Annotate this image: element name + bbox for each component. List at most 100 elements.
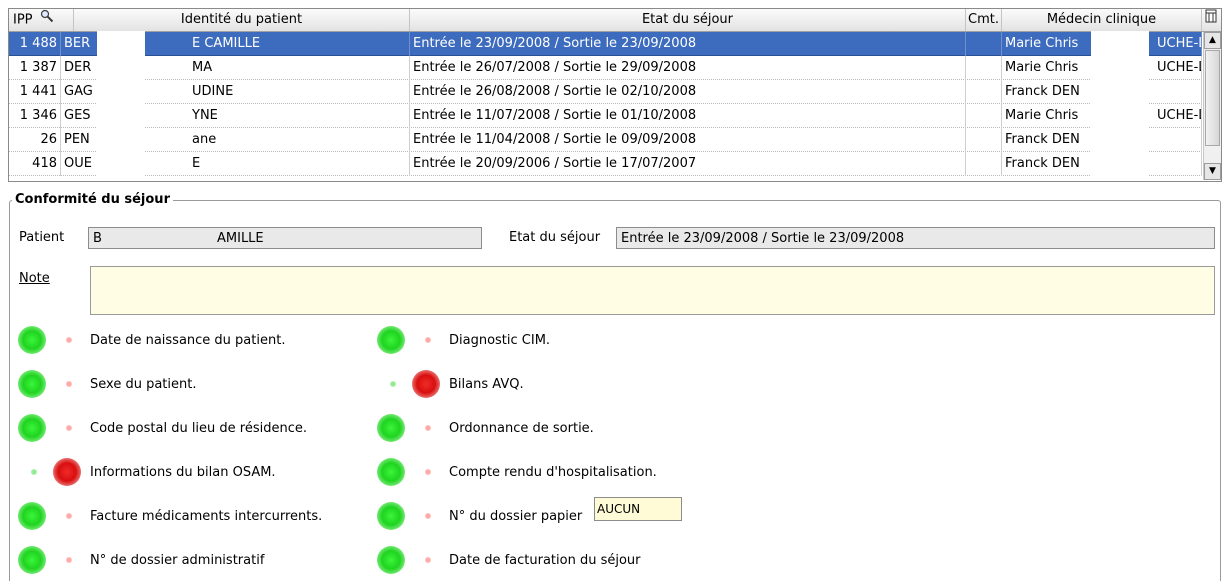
cell-ipp-text: 1 488 — [19, 36, 57, 51]
scroll-thumb[interactable] — [1205, 50, 1220, 146]
check-item: Bilans AVQ. — [377, 368, 677, 402]
col-ipp-label: IPP — [13, 12, 33, 28]
cell-identite-text: PEN — [64, 132, 90, 147]
cell-medecin-text: Marie Chris — [1005, 36, 1079, 51]
status-ko-indicator-icon — [425, 337, 431, 343]
cell-medecin-text: Franck DEN — [1005, 84, 1080, 99]
check-label: Code postal du lieu de résidence. — [90, 421, 308, 436]
check-item: Compte rendu d'hospitalisation. — [377, 456, 677, 490]
status-ok-icon — [377, 546, 405, 574]
grid-header: IPP Identité du patient Etat du séjour C… — [9, 9, 1221, 32]
cell-medecin-text: Marie Chris — [1005, 60, 1079, 75]
conformite-title: Conformité du séjour — [12, 192, 173, 207]
table-row[interactable]: 26 PEN ane Entrée le 11/04/2008 / Sortie le… — [9, 127, 1202, 153]
patient-label: Patient — [19, 230, 65, 245]
cell-cmt — [966, 104, 1002, 128]
etat-sejour-field: Entrée le 23/09/2008 / Sortie le 23/09/2… — [616, 227, 1215, 249]
redaction-block — [1091, 79, 1149, 105]
cell-medecin-end: UCHE-LI — [1157, 36, 1201, 51]
check-label: Facture médicaments intercurrents. — [90, 509, 323, 524]
check-label: Informations du bilan OSAM. — [90, 465, 276, 480]
check-label: Date de facturation du séjour — [449, 553, 641, 568]
etat-sejour-label: Etat du séjour — [509, 230, 601, 245]
table-row[interactable]: 1 441 GAG UDINE Entrée le 26/08/2008 / Sort… — [9, 79, 1202, 105]
table-row[interactable]: 1 346 GES YNE Entrée le 11/07/2008 / Sortie… — [9, 103, 1202, 129]
cell-identite-end: UDINE — [192, 84, 234, 99]
redaction-block — [97, 151, 145, 177]
check-item: Diagnostic CIM. — [377, 324, 677, 358]
col-medecin-header[interactable]: Médecin clinique — [1002, 9, 1202, 31]
cell-identite-end: MA — [192, 60, 213, 75]
status-ko-indicator-icon — [66, 557, 72, 563]
cell-cmt — [966, 128, 1002, 152]
redaction-block — [97, 127, 145, 153]
search-icon[interactable] — [40, 9, 54, 31]
scroll-up-icon[interactable]: ▲ — [1204, 32, 1221, 49]
col-identite-header[interactable]: Identité du patient — [74, 9, 410, 31]
check-item: Code postal du lieu de résidence. — [18, 412, 318, 446]
cell-etat-text: Entrée le 26/07/2008 / Sortie le 29/09/2… — [413, 60, 697, 75]
grid-vertical-scrollbar[interactable]: ▲ ▼ — [1203, 32, 1221, 180]
cell-medecin-text: Marie Chris — [1005, 108, 1079, 123]
sejour-grid[interactable]: IPP Identité du patient Etat du séjour C… — [8, 8, 1222, 182]
table-row[interactable]: 418 OUE E Entrée le 20/09/2006 / Sortie le … — [9, 151, 1202, 177]
check-label: Sexe du patient. — [90, 377, 197, 392]
cell-cmt — [966, 56, 1002, 80]
cell-etat: Entrée le 26/07/2008 / Sortie le 29/09/2… — [410, 56, 966, 80]
cell-etat: Entrée le 20/09/2006 / Sortie le 17/07/2… — [410, 152, 966, 176]
patient-value-end: AMILLE — [217, 231, 264, 246]
redaction-block — [1091, 55, 1149, 81]
check-item: Date de facturation du séjour — [377, 544, 677, 578]
cell-ipp: 1 488 — [9, 32, 61, 56]
cell-etat-text: Entrée le 23/09/2008 / Sortie le 23/09/2… — [413, 36, 697, 51]
check-item: Sexe du patient. — [18, 368, 318, 402]
status-ko-indicator-icon — [66, 381, 72, 387]
check-label: N° de dossier administratif — [90, 553, 265, 568]
cell-identite-end: YNE — [192, 108, 218, 123]
cell-etat: Entrée le 11/07/2008 / Sortie le 01/10/2… — [410, 104, 966, 128]
redaction-block — [1091, 151, 1149, 177]
cell-ipp-text: 26 — [40, 132, 57, 147]
status-ok-icon — [377, 414, 405, 442]
cell-ipp-text: 418 — [32, 156, 57, 171]
cell-cmt — [966, 80, 1002, 104]
cell-etat-text: Entrée le 11/07/2008 / Sortie le 01/10/2… — [413, 108, 697, 123]
cell-etat-text: Entrée le 11/04/2008 / Sortie le 09/09/2… — [413, 132, 697, 147]
note-label: Note — [19, 271, 50, 286]
column-chooser-icon[interactable] — [1202, 9, 1221, 31]
cell-ipp: 418 — [9, 152, 61, 176]
redaction-block — [97, 55, 145, 81]
col-etat-header[interactable]: Etat du séjour — [410, 9, 966, 31]
status-ko-indicator-icon — [66, 513, 72, 519]
status-ok-icon — [18, 546, 46, 574]
cell-identite-end: E CAMILLE — [192, 36, 261, 51]
cell-identite-text: DER — [64, 60, 92, 75]
status-ok-indicator-icon — [31, 469, 37, 475]
cell-ipp-text: 1 441 — [19, 84, 57, 99]
col-cmt-header[interactable]: Cmt. — [966, 9, 1002, 31]
cell-medecin-end: UCHE-LI — [1157, 108, 1201, 123]
table-row[interactable]: 1 488 BER E CAMILLE Entrée le 23/09/2008 / … — [9, 31, 1202, 57]
status-ko-icon — [412, 370, 440, 398]
check-label: Compte rendu d'hospitalisation. — [449, 465, 657, 480]
redaction-block — [97, 103, 145, 129]
check-label: N° du dossier papier — [449, 509, 583, 524]
cell-ipp: 1 441 — [9, 80, 61, 104]
cell-medecin-end: UCHE-LI — [1157, 60, 1201, 75]
status-ko-indicator-icon — [425, 513, 431, 519]
col-ipp-header[interactable]: IPP — [9, 9, 74, 31]
check-label: Date de naissance du patient. — [90, 333, 286, 348]
cell-ipp: 26 — [9, 128, 61, 152]
check-label: Bilans AVQ. — [449, 377, 524, 392]
status-ok-icon — [377, 326, 405, 354]
cell-identite-end: E — [192, 156, 201, 171]
status-ok-icon — [377, 502, 405, 530]
note-field[interactable] — [90, 266, 1215, 315]
redaction-block — [1091, 31, 1149, 57]
dossier-papier-input[interactable] — [594, 497, 682, 521]
scroll-down-icon[interactable]: ▼ — [1204, 163, 1221, 180]
check-item: Date de naissance du patient. — [18, 324, 318, 358]
status-ok-icon — [18, 370, 46, 398]
table-row[interactable]: 1 387 DER MA Entrée le 26/07/2008 / Sortie … — [9, 55, 1202, 81]
check-item: Ordonnance de sortie. — [377, 412, 677, 446]
